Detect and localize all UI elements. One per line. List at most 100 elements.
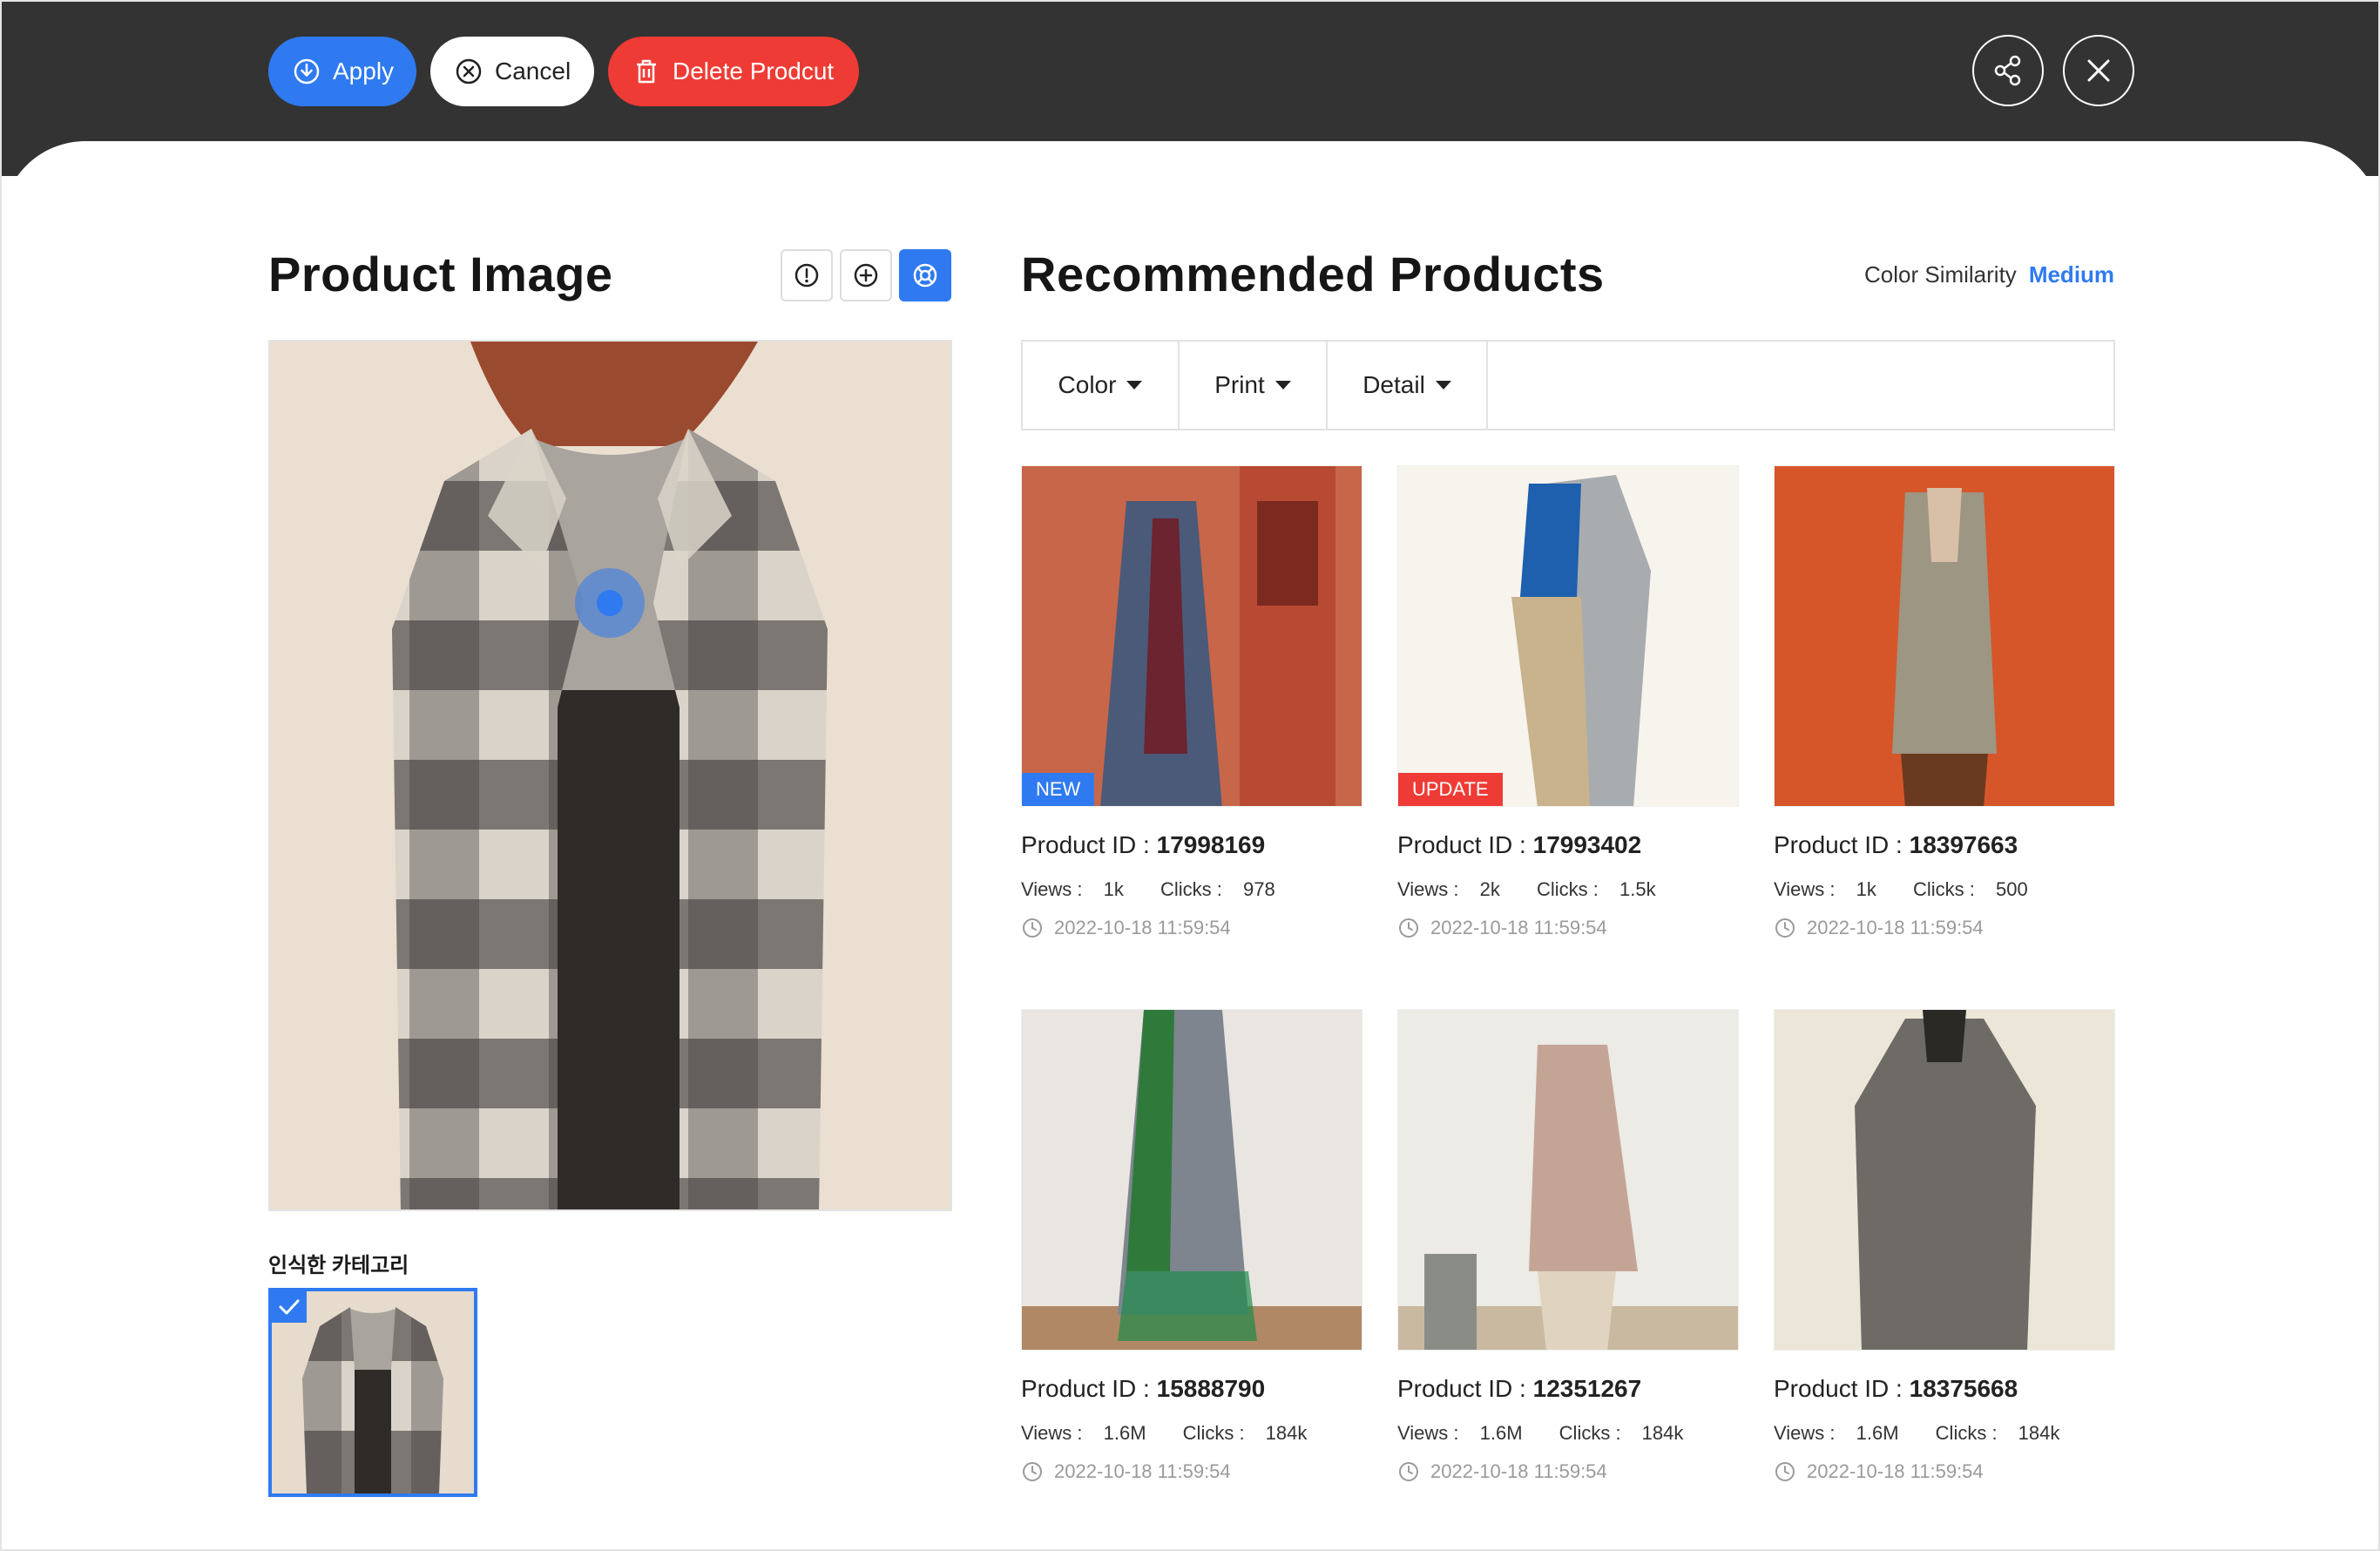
product-thumbnail[interactable]	[1021, 1009, 1362, 1351]
hotspot-dot	[597, 590, 623, 616]
product-id: Product ID : 18375668	[1774, 1375, 2115, 1403]
info-button[interactable]	[781, 249, 833, 301]
views-stat: Views : 1k	[1774, 878, 1892, 900]
product-card[interactable]: NEW Product ID : 17998169 Views : 1k Cli…	[1021, 465, 1362, 939]
product-thumbnail[interactable]	[1397, 1009, 1739, 1351]
update-badge: UPDATE	[1398, 773, 1503, 806]
views-stat: Views : 1.6M	[1397, 1422, 1538, 1444]
clicks-value: 184k	[2018, 1422, 2060, 1444]
selected-check-badge	[272, 1291, 307, 1323]
target-icon	[913, 263, 937, 288]
timestamp-text: 2022-10-18 11:59:54	[1054, 917, 1231, 938]
similarity-value: Medium	[2028, 261, 2115, 288]
category-thumbnail[interactable]	[268, 1288, 477, 1497]
clicks-label: Clicks :	[1558, 1422, 1626, 1444]
cancel-button[interactable]: Cancel	[430, 37, 594, 106]
product-card[interactable]: Product ID : 18397663 Views : 1k Clicks …	[1774, 465, 2115, 939]
product-id: Product ID : 17993402	[1397, 831, 1739, 859]
product-timestamp: 2022-10-18 11:59:54	[1397, 917, 1739, 939]
delete-label: Delete Prodcut	[673, 58, 835, 85]
clock-icon	[1399, 1462, 1418, 1481]
delete-product-button[interactable]: Delete Prodcut	[608, 37, 859, 106]
product-id-value: 12351267	[1532, 1375, 1642, 1402]
views-label: Views :	[1397, 1422, 1464, 1444]
clock-icon	[1775, 1462, 1795, 1481]
clicks-label: Clicks :	[1182, 1422, 1250, 1444]
share-button[interactable]	[1972, 35, 2044, 106]
product-id-label: Product ID :	[1774, 1375, 1910, 1402]
product-id: Product ID : 17998169	[1021, 831, 1362, 859]
clock-icon	[1023, 1462, 1042, 1481]
clicks-label: Clicks :	[1537, 878, 1604, 900]
product-photo	[1398, 466, 1738, 806]
clicks-stat: Clicks : 184k	[1183, 1422, 1323, 1444]
clicks-value: 1.5k	[1619, 878, 1656, 900]
detection-hotspot[interactable]	[575, 568, 645, 638]
views-label: Views :	[1397, 878, 1464, 900]
product-stats: Views : 1.6M Clicks : 184k	[1397, 1422, 1739, 1445]
filter-print-dropdown[interactable]: Print	[1180, 342, 1328, 429]
product-stats: Views : 1k Clicks : 500	[1774, 878, 2115, 901]
clicks-stat: Clicks : 500	[1913, 878, 2044, 900]
target-button[interactable]	[899, 249, 951, 301]
caret-down-icon	[1126, 381, 1143, 389]
clock-icon	[1775, 918, 1795, 938]
coat-photo	[270, 342, 950, 1209]
product-id-value: 15888790	[1156, 1375, 1266, 1402]
views-value: 1.6M	[1856, 1422, 1899, 1444]
product-thumbnail[interactable]: UPDATE	[1397, 465, 1739, 807]
views-label: Views :	[1774, 1422, 1841, 1444]
product-photo	[1775, 466, 2114, 806]
product-timestamp: 2022-10-18 11:59:54	[1021, 1460, 1362, 1483]
similarity-label: Color Similarity	[1864, 261, 2017, 288]
product-card[interactable]: UPDATE Product ID : 17993402 Views : 2k …	[1397, 465, 1739, 939]
product-id-label: Product ID :	[1021, 831, 1157, 858]
check-icon	[279, 1299, 300, 1315]
filter-detail-label: Detail	[1362, 371, 1425, 398]
clicks-value: 184k	[1641, 1422, 1684, 1444]
caret-down-icon	[1435, 381, 1451, 389]
apply-button[interactable]: Apply	[268, 37, 416, 106]
product-card[interactable]: Product ID : 15888790 Views : 1.6M Click…	[1021, 1009, 1362, 1483]
filter-color-dropdown[interactable]: Color	[1023, 342, 1180, 429]
close-button[interactable]	[2063, 35, 2134, 106]
recommended-products-title: Recommended Products	[1021, 247, 1605, 301]
cancel-label: Cancel	[495, 58, 571, 85]
clicks-value: 500	[1996, 878, 2028, 900]
product-id-value: 18375668	[1909, 1375, 2018, 1402]
product-photo	[1022, 1010, 1362, 1350]
product-id-label: Product ID :	[1021, 1375, 1157, 1402]
product-id: Product ID : 18397663	[1774, 831, 2115, 859]
product-thumbnail[interactable]	[1774, 465, 2115, 807]
product-id: Product ID : 15888790	[1021, 1375, 1362, 1403]
views-stat: Views : 1.6M	[1774, 1422, 1915, 1444]
views-value: 1k	[1103, 878, 1124, 900]
views-label: Views :	[1021, 1422, 1088, 1444]
product-card[interactable]: Product ID : 12351267 Views : 1.6M Click…	[1397, 1009, 1739, 1483]
filter-detail-dropdown[interactable]: Detail	[1328, 342, 1488, 429]
clicks-label: Clicks :	[1935, 1422, 2003, 1444]
add-point-button[interactable]	[840, 249, 892, 301]
clicks-label: Clicks :	[1160, 878, 1227, 900]
product-id-value: 17993402	[1532, 831, 1642, 858]
timestamp-text: 2022-10-18 11:59:54	[1430, 917, 1607, 938]
clicks-value: 184k	[1265, 1422, 1308, 1444]
clicks-stat: Clicks : 1.5k	[1537, 878, 1672, 900]
timestamp-text: 2022-10-18 11:59:54	[1807, 1460, 1984, 1482]
product-id-label: Product ID :	[1774, 831, 1910, 858]
clicks-stat: Clicks : 184k	[1936, 1422, 2076, 1444]
product-id-value: 18397663	[1909, 831, 2018, 858]
new-badge: NEW	[1022, 773, 1095, 806]
color-similarity[interactable]: Color Similarity Medium	[1864, 261, 2114, 288]
app-frame: Apply Cancel Delete Prodcut Product Imag…	[0, 0, 2380, 1551]
clicks-label: Clicks :	[1913, 878, 1980, 900]
product-thumbnail[interactable]	[1774, 1009, 2115, 1351]
product-card[interactable]: Product ID : 18375668 Views : 1.6M Click…	[1774, 1009, 2115, 1483]
views-stat: Views : 2k	[1397, 878, 1516, 900]
product-timestamp: 2022-10-18 11:59:54	[1021, 917, 1362, 939]
product-thumbnail[interactable]: NEW	[1021, 465, 1362, 807]
share-icon	[1994, 55, 2021, 86]
filter-bar: Color Print Detail	[1021, 340, 2115, 430]
apply-label: Apply	[333, 58, 395, 85]
clock-icon	[1023, 918, 1042, 938]
